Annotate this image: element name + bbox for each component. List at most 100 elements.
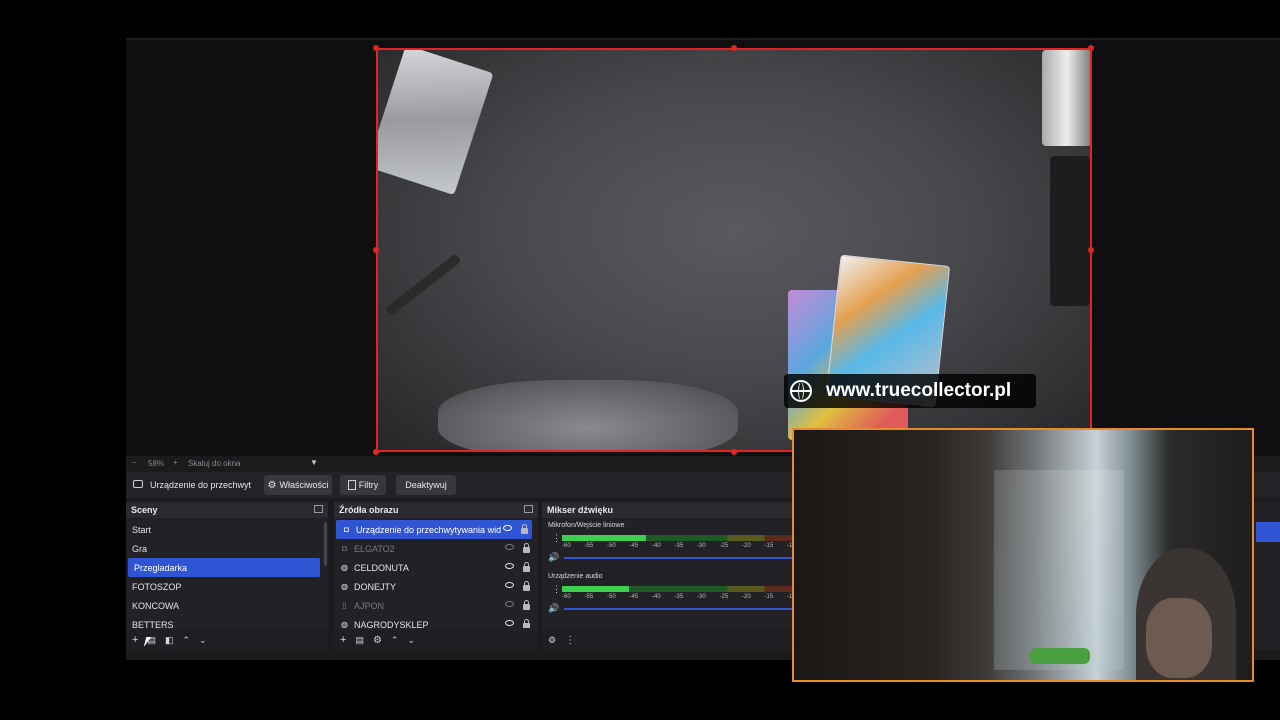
undock-icon[interactable] — [524, 505, 533, 513]
trash-icon[interactable]: ▤ — [355, 635, 364, 646]
scrollbar[interactable] — [324, 522, 327, 566]
shelf-image — [994, 470, 1124, 670]
sources-dock: Źródła obrazu ◘ Urządzenie do przechwyty… — [334, 502, 538, 650]
camera-icon — [133, 480, 143, 488]
chevron-up-icon[interactable]: ⌃ — [182, 635, 190, 646]
meter-tick-label: -40 — [652, 594, 661, 600]
hidden-icon[interactable] — [505, 544, 514, 550]
scale-dropdown-icon[interactable]: ▼ — [310, 458, 318, 467]
filter-icon[interactable]: ◧ — [165, 635, 174, 646]
undock-icon[interactable] — [314, 505, 323, 513]
speaker-icon[interactable]: 🔊 — [548, 552, 559, 563]
meter-tick-label: -45 — [629, 594, 639, 600]
resize-handle[interactable] — [731, 449, 737, 455]
source-item-selected[interactable]: ◘ Urządzenie do przechwytywania wid — [336, 520, 532, 539]
resize-handle[interactable] — [1088, 45, 1094, 51]
meter-tick-label: -50 — [607, 543, 616, 549]
deactivate-button[interactable]: Deaktywuj — [396, 475, 456, 495]
source-item[interactable]: ◍ CELDONUTA — [334, 558, 538, 577]
scene-label: Gra — [132, 543, 148, 554]
shelf-image — [1042, 50, 1090, 146]
source-label: NAGRODYSKLEP — [354, 619, 429, 629]
chevron-down-icon[interactable]: ⌄ — [199, 635, 207, 646]
sources-title: Źródła obrazu — [334, 502, 538, 518]
gear-icon[interactable]: ⚙ — [373, 635, 382, 646]
browser-icon: ◍ — [341, 582, 348, 591]
scene-item-selected[interactable]: Przegladarka — [128, 558, 320, 577]
menu-icon[interactable]: ⋮ — [565, 635, 575, 646]
lock-icon[interactable] — [523, 600, 530, 610]
sources-footer: + ▤ ⚙ ⌃ ⌄ — [334, 630, 538, 650]
channel-name: Mikrofon/Wejście liniowe — [548, 522, 625, 529]
filters-button[interactable]: Filtry — [340, 475, 386, 495]
meter-tick-label: -30 — [697, 543, 706, 549]
mixer-title: Mikser dźwięku — [542, 502, 792, 518]
lock-icon[interactable] — [523, 562, 530, 572]
visibility-icon[interactable] — [505, 563, 514, 569]
scene-item[interactable]: KONCOWA — [126, 596, 328, 615]
add-icon[interactable]: + — [340, 634, 346, 646]
volume-slider[interactable] — [564, 608, 792, 610]
filters-label: Filtry — [358, 480, 379, 490]
person-face-image — [1146, 598, 1212, 678]
properties-label: Właściwości — [279, 480, 329, 490]
channel-menu-icon[interactable]: ⋮ — [552, 585, 561, 594]
visibility-icon[interactable] — [503, 525, 512, 531]
website-overlay: www.truecollector.pl — [784, 374, 1036, 408]
green-car-image — [1030, 648, 1090, 664]
channel-menu-icon[interactable]: ⋮ — [552, 534, 561, 543]
hidden-icon[interactable] — [505, 601, 514, 607]
scene-label: Start — [132, 524, 152, 535]
lock-icon[interactable] — [523, 543, 530, 553]
source-item[interactable]: ◍ DONEJTY — [334, 577, 538, 596]
resize-handle[interactable] — [373, 45, 379, 51]
card-image-topleft — [378, 50, 494, 196]
meter-tick-label: -15 — [764, 543, 774, 549]
scene-item[interactable]: Start — [126, 520, 328, 539]
meter-tick-label: -40 — [652, 543, 661, 549]
lock-icon[interactable] — [521, 524, 528, 534]
zoom-in-button[interactable]: + — [173, 458, 178, 467]
source-item[interactable]: ◍ NAGRODYSKLEP — [334, 615, 538, 628]
webcam-overlay — [792, 428, 1254, 682]
meter-tick-label: -60 — [562, 594, 571, 600]
controls-button-edge[interactable] — [1256, 522, 1280, 542]
meter-tick-label: -50 — [607, 594, 616, 600]
meter-tick-label: -35 — [674, 543, 684, 549]
source-label: CELDONUTA — [354, 562, 409, 573]
resize-handle[interactable] — [373, 449, 379, 455]
advanced-audio-icon[interactable]: ⚙ — [548, 635, 556, 646]
chevron-up-icon[interactable]: ⌃ — [391, 635, 399, 646]
source-label: DONEJTY — [354, 581, 397, 592]
source-item[interactable]: ▯ AJPON — [334, 596, 538, 615]
properties-button[interactable]: ⚙ Właściwości — [264, 475, 332, 495]
scenes-dock: Sceny Start Gra Przegladarka FOTOSZOP KO… — [126, 502, 328, 650]
visibility-icon[interactable] — [505, 620, 514, 626]
add-icon[interactable]: + — [132, 634, 138, 646]
scene-label: KONCOWA — [132, 600, 180, 611]
resize-handle[interactable] — [731, 45, 737, 51]
scenes-title-label: Sceny — [131, 505, 158, 515]
lock-icon[interactable] — [523, 619, 530, 628]
scene-label: BETTERS — [132, 619, 174, 629]
resize-handle[interactable] — [1088, 247, 1094, 253]
meter-fill — [562, 535, 646, 541]
volume-slider[interactable] — [564, 557, 792, 559]
scene-item[interactable]: BETTERS — [126, 615, 328, 629]
zoom-out-button[interactable]: − — [132, 458, 137, 467]
resize-handle[interactable] — [373, 247, 379, 253]
zoom-level: 58% — [148, 459, 165, 468]
meter-scale: -60-55-50-45-40-35-30-25-20-15-10 — [562, 594, 792, 600]
browser-icon: ◍ — [341, 563, 348, 572]
scene-item[interactable]: FOTOSZOP — [126, 577, 328, 596]
lock-icon[interactable] — [523, 581, 530, 591]
scene-item[interactable]: Gra — [126, 539, 328, 558]
browser-icon: ◍ — [341, 620, 348, 628]
meter-tick-label: -35 — [674, 594, 684, 600]
hand-image — [438, 380, 738, 450]
speaker-icon[interactable]: 🔊 — [548, 603, 559, 614]
scale-mode-label[interactable]: Skaluj do okna — [188, 459, 240, 468]
chevron-down-icon[interactable]: ⌄ — [407, 635, 415, 646]
source-item[interactable]: ◘ ELGATO2 — [334, 539, 538, 558]
visibility-icon[interactable] — [505, 582, 514, 588]
